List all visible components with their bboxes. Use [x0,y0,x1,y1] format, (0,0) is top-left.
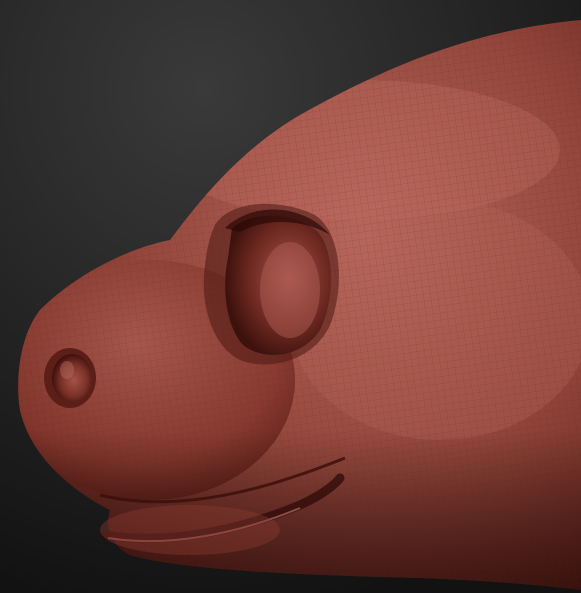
sculpted-creature-head-icon [0,0,581,593]
sculpt-viewport[interactable] [0,0,581,593]
